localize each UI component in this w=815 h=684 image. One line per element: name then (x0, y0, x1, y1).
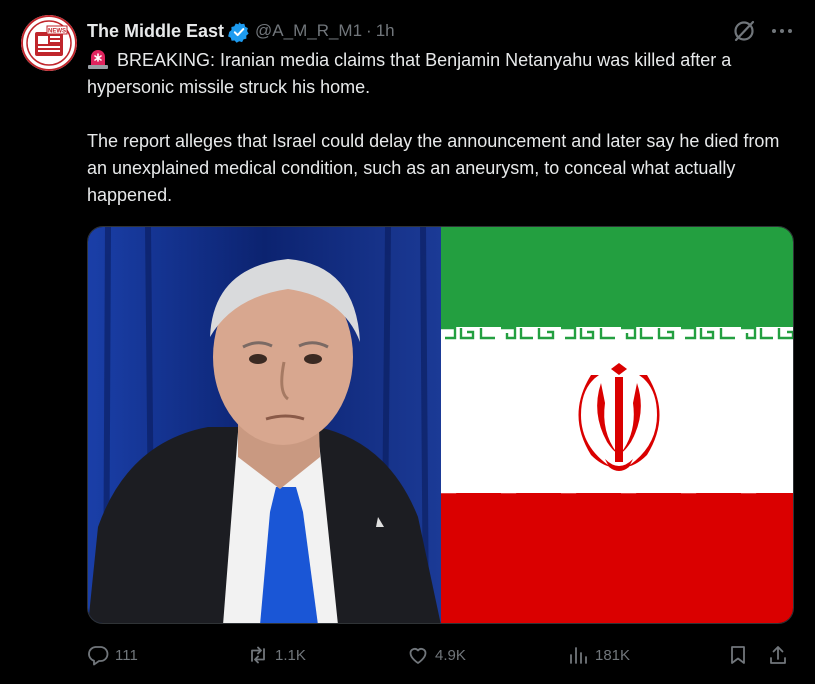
author-name[interactable]: The Middle East (87, 21, 224, 42)
iran-flag-image[interactable] (441, 227, 793, 623)
reply-icon (88, 646, 109, 666)
portrait-illustration (88, 227, 441, 623)
timestamp[interactable]: 1h (376, 21, 395, 41)
bookmark-icon (731, 646, 745, 664)
tweet-header: The Middle East @A_M_R_M1 · 1h (87, 18, 395, 44)
tweet-paragraph-1: BREAKING: Iranian media claims that Benj… (87, 47, 792, 101)
verified-badge-icon (228, 21, 249, 43)
reply-button[interactable]: 111 (87, 640, 138, 670)
repost-icon (251, 646, 265, 664)
tweet-media[interactable] (87, 226, 794, 624)
separator-dot: · (366, 21, 372, 40)
like-icon (409, 648, 427, 664)
share-icon (770, 646, 786, 664)
tweet-paragraph-2: The report alleges that Israel could del… (87, 131, 780, 205)
news-logo-icon: NEWS (21, 15, 77, 71)
like-button[interactable]: 4.9K (407, 640, 466, 670)
views-icon (570, 647, 587, 664)
tweet-text: BREAKING: Iranian media claims that Benj… (87, 47, 792, 209)
share-button[interactable] (767, 640, 789, 670)
tweet-actions: 111 1.1K 4.9K 181K (87, 640, 795, 670)
avatar[interactable]: NEWS (21, 15, 77, 71)
views-count: 181K (595, 646, 631, 664)
avatar-label: NEWS (48, 29, 66, 35)
reply-count: 111 (115, 646, 138, 664)
like-count: 4.9K (435, 646, 466, 664)
siren-icon (88, 50, 108, 69)
tweet-line-1: BREAKING: Iranian media claims that Benj… (87, 50, 732, 97)
views-button[interactable]: 181K (567, 640, 630, 670)
grok-icon[interactable] (731, 18, 757, 44)
more-icon[interactable] (769, 22, 795, 40)
repost-button[interactable]: 1.1K (247, 640, 306, 670)
author-handle[interactable]: @A_M_R_M1 (255, 21, 362, 41)
portrait-photo[interactable] (88, 227, 441, 623)
bookmark-button[interactable] (727, 640, 749, 670)
repost-count: 1.1K (275, 646, 306, 664)
iran-flag-illustration (441, 227, 793, 623)
